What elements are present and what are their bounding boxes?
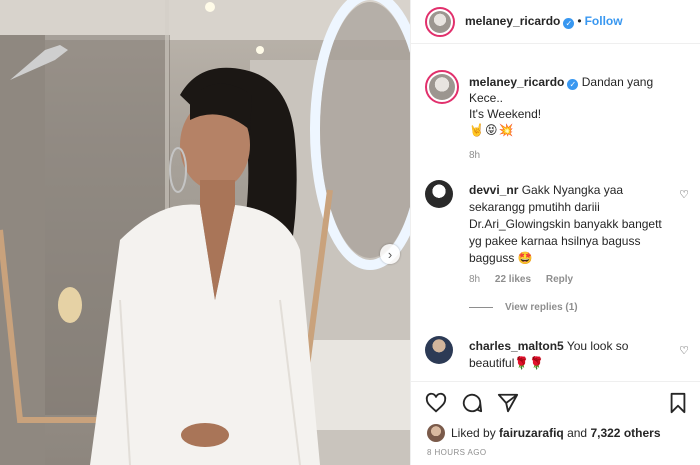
verified-icon: ✓ (563, 18, 575, 29)
heart-icon[interactable] (425, 392, 447, 414)
bookmark-icon[interactable] (667, 392, 689, 414)
comment-item: devvi_nr Gakk Nyangka yaa sekarangg pmut… (425, 180, 695, 300)
caption-time[interactable]: 8h (469, 150, 480, 161)
comment-text: devvi_nr Gakk Nyangka yaa sekarangg pmut… (469, 182, 669, 267)
comment-avatar[interactable] (425, 180, 453, 208)
heart-icon[interactable]: ♡ (679, 344, 689, 357)
comment-username[interactable]: charles_malton5 (469, 339, 564, 353)
header-username[interactable]: melaney_ricardo (465, 14, 560, 28)
comment-icon[interactable] (461, 392, 483, 414)
replies-divider (469, 306, 493, 308)
comment-avatar[interactable] (425, 336, 453, 364)
header-avatar[interactable] (425, 7, 455, 37)
follow-button[interactable]: Follow (585, 14, 623, 28)
header-user-line: melaney_ricardo ✓ • Follow (465, 14, 623, 29)
comment-text: charles_malton5 You look so beautiful🌹🌹 (469, 338, 669, 372)
instagram-post: › melaney_ricardo ✓ • Follow melaney_ricard… (0, 0, 700, 465)
liker-username[interactable]: fairuzarafiq (499, 426, 564, 440)
comment-item: charles_malton5 You look so beautiful🌹🌹 … (425, 336, 695, 376)
share-icon[interactable] (497, 392, 519, 414)
likes-others[interactable]: 7,322 others (590, 426, 660, 440)
liked-connector: and (567, 426, 588, 440)
caption-emojis: 🤘😝💥 (469, 123, 515, 137)
view-replies-button[interactable]: View replies (1) (469, 302, 578, 313)
comment-likes[interactable]: 22 likes (495, 274, 531, 285)
action-bar: Liked by fairuzarafiq and 7,322 others 8… (411, 381, 700, 465)
caption-text: melaney_ricardo ✓ Dandan yang Kece.. It's… (469, 74, 689, 138)
separator-dot: • (577, 14, 582, 28)
chevron-right-icon: › (387, 246, 393, 262)
caption-username[interactable]: melaney_ricardo (469, 75, 564, 89)
post-timestamp[interactable]: 8 HOURS AGO (427, 448, 487, 457)
comment-meta: 8h 22 likes Reply (469, 274, 585, 285)
reply-button[interactable]: Reply (546, 274, 573, 285)
post-photo[interactable]: › (0, 0, 410, 465)
view-replies-label: View replies (1) (505, 302, 578, 313)
likes-summary: Liked by fairuzarafiq and 7,322 others (427, 424, 661, 442)
post-header: melaney_ricardo ✓ • Follow (411, 0, 700, 44)
verified-icon: ✓ (567, 79, 579, 90)
post-side-panel: melaney_ricardo ✓ • Follow melaney_ricardo ✓… (410, 0, 700, 465)
next-photo-button[interactable]: › (380, 244, 400, 264)
caption-avatar[interactable] (425, 70, 459, 104)
comment-time[interactable]: 8h (469, 274, 480, 285)
comment-username[interactable]: devvi_nr (469, 183, 518, 197)
liked-prefix: Liked by (451, 426, 496, 440)
caption-line-2: It's Weekend! (469, 107, 542, 121)
heart-icon[interactable]: ♡ (679, 188, 689, 201)
comments-section: melaney_ricardo ✓ Dandan yang Kece.. It's… (411, 56, 700, 381)
photo-illustration (0, 0, 410, 465)
liker-avatar[interactable] (427, 424, 445, 442)
